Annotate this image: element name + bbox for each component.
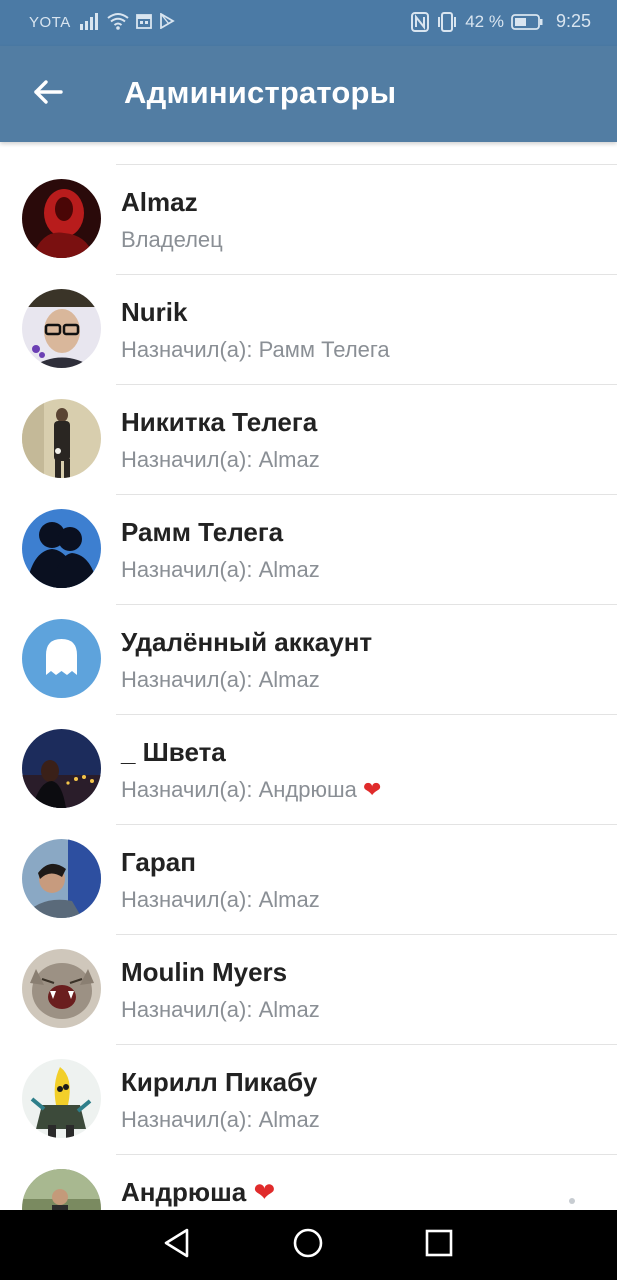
page-title: Администраторы bbox=[124, 75, 397, 110]
wifi-icon bbox=[107, 12, 129, 30]
admin-role: Владелец bbox=[121, 227, 223, 252]
admin-assigned-by: Назначил(а): Almaz bbox=[121, 667, 320, 692]
admin-assigned-by: Назначил(а): Almaz bbox=[121, 1107, 320, 1132]
back-button[interactable] bbox=[28, 74, 68, 114]
status-bar: YOTA 42 % 9:25 bbox=[0, 0, 617, 46]
admin-row-nurik[interactable]: Nurik Назначил(а): Рамм Телега bbox=[0, 275, 617, 385]
clock: 9:25 bbox=[555, 11, 591, 31]
avatar bbox=[22, 289, 101, 368]
admin-name: Андрюша ❤ bbox=[121, 1177, 276, 1207]
status-icons-right: 42 % 9:25 bbox=[411, 11, 591, 32]
ghost-icon bbox=[46, 639, 77, 675]
carrier-label: YOTA bbox=[29, 14, 71, 31]
avatar bbox=[22, 509, 101, 588]
admin-assigned-by: Назначил(а): Almaz bbox=[121, 997, 320, 1022]
nav-recents-button[interactable] bbox=[421, 1227, 457, 1263]
admin-name: Рамм Телега bbox=[121, 517, 284, 547]
nfc-icon bbox=[411, 11, 430, 32]
admin-name: Кирилл Пикабу bbox=[121, 1067, 318, 1097]
admin-row-nikitka[interactable]: Никитка Телега Назначил(а): Almaz bbox=[0, 385, 617, 495]
heart-icon: ❤ bbox=[253, 1177, 276, 1207]
admin-row-moulin-myers[interactable]: Moulin Myers Назначил(а): Almaz bbox=[0, 935, 617, 1045]
avatar bbox=[22, 729, 101, 808]
avatar bbox=[22, 949, 101, 1028]
admin-name: Гарап bbox=[121, 847, 196, 877]
signal-icon bbox=[80, 12, 100, 30]
circle-home-icon bbox=[292, 1227, 324, 1264]
admin-row-almaz[interactable]: Almaz Владелец bbox=[0, 165, 617, 275]
avatar bbox=[22, 399, 101, 478]
avatar bbox=[22, 1059, 101, 1138]
admin-name: Almaz bbox=[121, 187, 198, 217]
arrow-left-icon bbox=[33, 79, 63, 110]
app-root: YOTA 42 % 9:25 Администраторы Almaz Влад… bbox=[0, 0, 617, 1280]
admin-name: Удалённый аккаунт bbox=[121, 627, 373, 657]
heart-icon: ❤ bbox=[362, 777, 382, 802]
admin-assigned-by: Назначил(а): Almaz bbox=[121, 447, 320, 472]
admin-assigned-by: Назначил(а): Андрюша ❤ bbox=[121, 777, 382, 802]
admin-row-shveta[interactable]: _ Швета Назначил(а): Андрюша ❤ bbox=[0, 715, 617, 825]
admin-row-ramm[interactable]: Рамм Телега Назначил(а): Almaz bbox=[0, 495, 617, 605]
admin-assigned-by: Назначил(а): Almaz bbox=[121, 557, 320, 582]
admin-row-kirill-pikabu[interactable]: Кирилл Пикабу Назначил(а): Almaz bbox=[0, 1045, 617, 1155]
play-store-icon bbox=[159, 13, 175, 29]
admin-name: Moulin Myers bbox=[121, 957, 288, 987]
admin-name: Никитка Телега bbox=[121, 407, 318, 437]
status-icons-left bbox=[80, 12, 175, 30]
admin-name: _ Швета bbox=[121, 737, 226, 767]
vibrate-icon bbox=[436, 11, 458, 32]
nav-home-button[interactable] bbox=[290, 1227, 326, 1263]
nav-back-button[interactable] bbox=[158, 1227, 194, 1263]
admin-row-deleted-account[interactable]: Удалённый аккаунт Назначил(а): Almaz bbox=[0, 605, 617, 715]
scroll-indicator bbox=[569, 1198, 575, 1204]
battery-icon bbox=[511, 13, 543, 30]
avatar bbox=[22, 179, 101, 258]
battery-percent: 42 % bbox=[465, 11, 504, 31]
app-bar: Администраторы bbox=[0, 46, 617, 142]
system-nav-bar bbox=[0, 1210, 617, 1280]
square-recents-icon bbox=[424, 1228, 454, 1263]
admin-assigned-by: Назначил(а): Almaz bbox=[121, 887, 320, 912]
triangle-back-icon bbox=[161, 1227, 191, 1264]
admin-name: Nurik bbox=[121, 297, 188, 327]
admin-assigned-by: Назначил(а): Рамм Телега bbox=[121, 337, 390, 362]
avatar bbox=[22, 839, 101, 918]
deleted-account-avatar bbox=[22, 619, 101, 698]
calendar-icon bbox=[136, 13, 152, 29]
admin-row-garap[interactable]: Гарап Назначил(а): Almaz bbox=[0, 825, 617, 935]
